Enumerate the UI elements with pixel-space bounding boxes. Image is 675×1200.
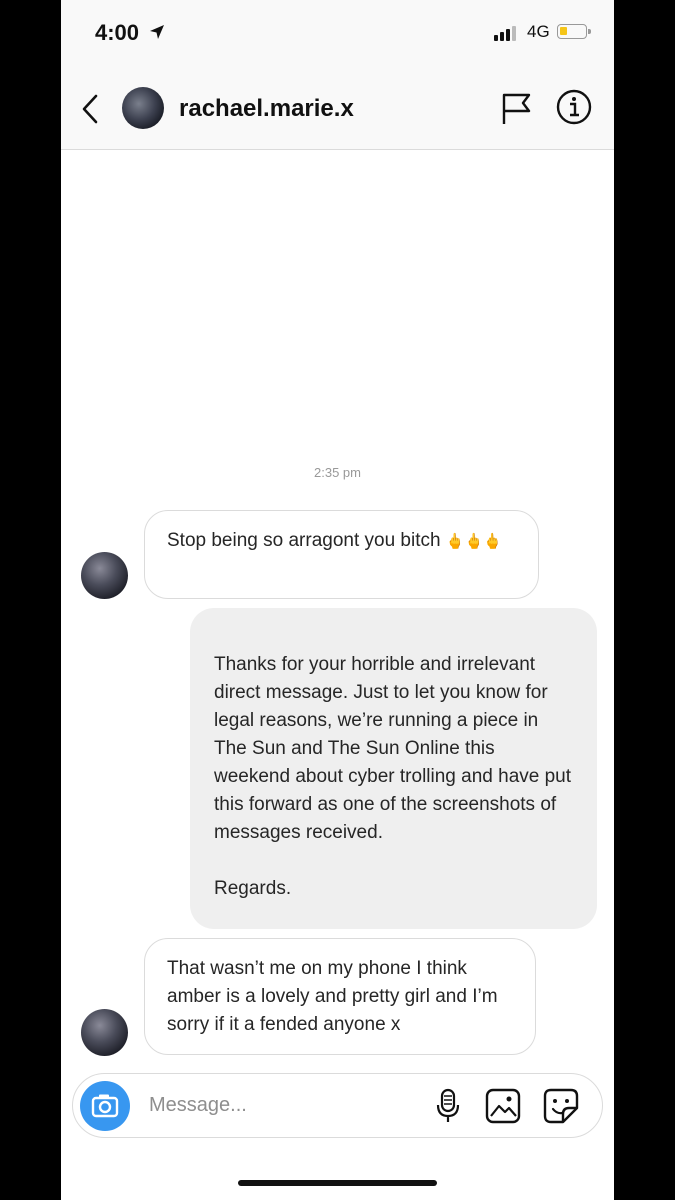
message-text: Stop being so arragont you bitch (167, 530, 441, 551)
middle-finger-emoji: 🖕🖕🖕 (445, 533, 502, 550)
header-avatar[interactable] (122, 87, 164, 129)
message-composer: Message... (72, 1073, 603, 1138)
network-type: 4G (527, 22, 550, 41)
location-arrow-icon (150, 25, 164, 39)
message-bubble-incoming[interactable]: That wasn’t me on my phone I think amber… (144, 938, 536, 1055)
sender-avatar[interactable] (81, 1009, 128, 1056)
sender-avatar[interactable] (81, 552, 128, 599)
home-indicator[interactable] (238, 1180, 437, 1186)
camera-icon (91, 1094, 119, 1118)
conversation-username[interactable]: rachael.marie.x (179, 95, 354, 123)
status-time: 4:00 (95, 20, 140, 45)
message-bubble-incoming[interactable]: Stop being so arragont you bitch 🖕🖕🖕 (144, 510, 539, 599)
status-bar: 4:00 4G (61, 0, 614, 70)
microphone-icon[interactable] (433, 1088, 463, 1124)
back-chevron-icon[interactable] (75, 92, 105, 126)
conversation-header: rachael.marie.x (61, 70, 614, 150)
thread-timestamp: 2:35 pm (314, 465, 361, 480)
message-text: Thanks for your horrible and irrelevant … (214, 654, 572, 899)
message-bubble-outgoing[interactable]: Thanks for your horrible and irrelevant … (190, 608, 597, 929)
flag-icon[interactable] (501, 92, 533, 126)
camera-button[interactable] (80, 1081, 130, 1131)
info-icon[interactable] (555, 88, 593, 126)
signal-icon (494, 26, 516, 41)
phone-screen: 4:00 4G rachael.marie.x 2:35 pm Stop bei… (61, 0, 614, 1200)
message-text: That wasn’t me on my phone I think amber… (167, 958, 498, 1035)
message-input[interactable]: Message... (149, 1094, 247, 1117)
battery-icon (557, 24, 591, 39)
sticker-icon[interactable] (543, 1088, 579, 1124)
gallery-icon[interactable] (485, 1088, 521, 1124)
